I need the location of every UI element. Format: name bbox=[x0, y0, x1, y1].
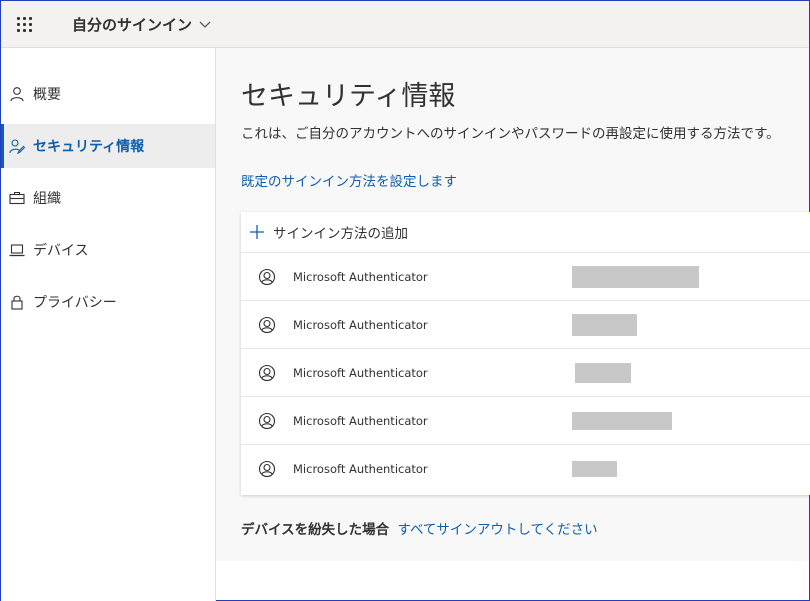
authenticator-icon bbox=[258, 364, 276, 381]
method-name: Microsoft Authenticator bbox=[293, 269, 428, 284]
redacted-detail bbox=[575, 362, 631, 383]
authenticator-icon bbox=[258, 316, 276, 333]
sidebar-item-label: デバイス bbox=[33, 243, 89, 259]
app-title-menu[interactable]: 自分のサインイン bbox=[72, 14, 212, 35]
redacted-detail bbox=[572, 411, 672, 430]
sidebar: 概要 セキュリティ情報 組織 デバイス プライバシー bbox=[1, 48, 216, 601]
laptop-icon bbox=[9, 242, 25, 258]
authenticator-icon bbox=[258, 412, 276, 429]
plus-icon bbox=[250, 225, 264, 239]
method-row: Microsoft Authenticator bbox=[241, 253, 810, 301]
lost-device-section: デバイスを紛失した場合 すべてサインアウトしてください bbox=[241, 518, 598, 538]
person-key-icon bbox=[9, 138, 25, 154]
add-method-button[interactable]: サインイン方法の追加 bbox=[241, 212, 810, 253]
method-row: Microsoft Authenticator bbox=[241, 349, 810, 397]
waffle-icon bbox=[16, 16, 32, 32]
lost-device-label: デバイスを紛失した場合 bbox=[241, 522, 390, 538]
method-name: Microsoft Authenticator bbox=[293, 317, 428, 332]
lock-icon bbox=[9, 294, 25, 310]
main-content: セキュリティ情報 これは、ご自分のアカウントへのサインインやパスワードの再設定に… bbox=[216, 48, 810, 561]
add-method-label: サインイン方法の追加 bbox=[273, 226, 408, 242]
sign-in-methods-card: サインイン方法の追加 Microsoft Authenticator Micro… bbox=[241, 212, 810, 495]
redacted-detail bbox=[572, 460, 617, 477]
chevron-down-icon bbox=[199, 21, 211, 28]
page-description: これは、ご自分のアカウントへのサインインやパスワードの再設定に使用する方法です。 bbox=[241, 126, 780, 142]
sidebar-item-overview[interactable]: 概要 bbox=[1, 72, 215, 116]
authenticator-icon bbox=[258, 460, 276, 477]
sidebar-item-devices[interactable]: デバイス bbox=[1, 228, 215, 272]
authenticator-icon bbox=[258, 268, 276, 285]
method-row: Microsoft Authenticator bbox=[241, 445, 810, 492]
sidebar-item-security-info[interactable]: セキュリティ情報 bbox=[1, 124, 215, 168]
method-name: Microsoft Authenticator bbox=[293, 413, 428, 428]
method-name: Microsoft Authenticator bbox=[293, 461, 428, 476]
app-title: 自分のサインイン bbox=[72, 15, 193, 34]
sidebar-item-organization[interactable]: 組織 bbox=[1, 176, 215, 220]
sign-out-everywhere-link[interactable]: すべてサインアウトしてください bbox=[397, 522, 597, 538]
sidebar-item-label: プライバシー bbox=[33, 295, 117, 311]
briefcase-icon bbox=[9, 190, 25, 206]
top-bar: 自分のサインイン bbox=[1, 1, 809, 48]
sidebar-item-label: 概要 bbox=[33, 87, 61, 103]
redacted-detail bbox=[572, 313, 637, 336]
page-title: セキュリティ情報 bbox=[241, 81, 456, 112]
redacted-detail bbox=[572, 265, 699, 288]
app-launcher-button[interactable] bbox=[1, 1, 47, 47]
method-row: Microsoft Authenticator bbox=[241, 397, 810, 445]
method-row: Microsoft Authenticator bbox=[241, 301, 810, 349]
set-default-method-link[interactable]: 既定のサインイン方法を設定します bbox=[241, 170, 457, 190]
method-name: Microsoft Authenticator bbox=[293, 365, 428, 380]
sidebar-item-label: 組織 bbox=[33, 191, 61, 207]
sidebar-item-privacy[interactable]: プライバシー bbox=[1, 280, 215, 324]
sidebar-item-label: セキュリティ情報 bbox=[33, 139, 145, 155]
person-icon bbox=[9, 86, 25, 102]
